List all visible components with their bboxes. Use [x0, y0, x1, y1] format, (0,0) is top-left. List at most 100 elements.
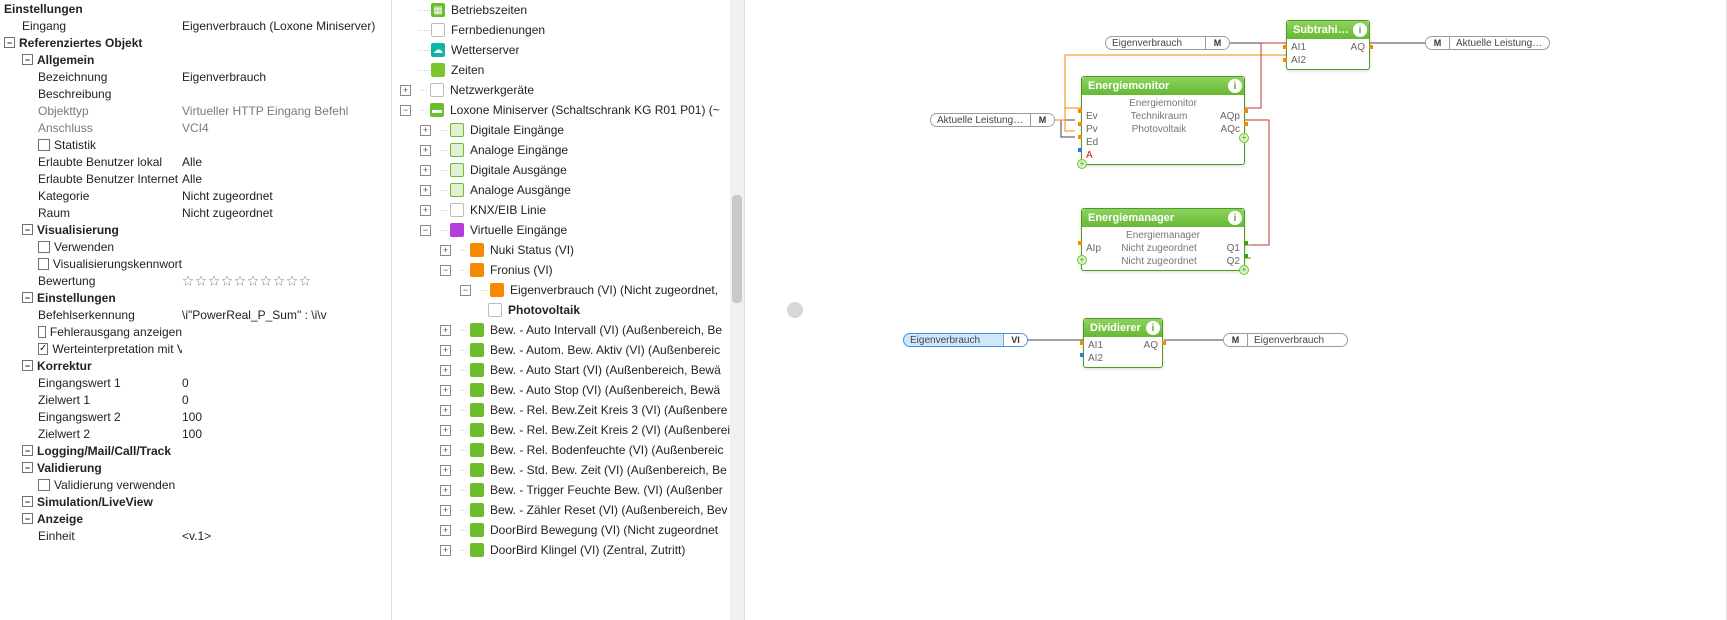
star-icon[interactable]: [234, 275, 246, 287]
collapse-icon[interactable]: [22, 360, 33, 371]
prop-fehlerausgang[interactable]: Fehlerausgang anzeigen: [0, 323, 391, 340]
tree-item[interactable]: ⋯Bew. - Rel. Bew.Zeit Kreis 3 (VI) (Auße…: [396, 400, 740, 420]
prop-raum[interactable]: RaumNicht zugeordnet: [0, 204, 391, 221]
expand-icon[interactable]: [440, 525, 451, 536]
section-ref-objekt[interactable]: Referenziertes Objekt: [0, 34, 391, 51]
tree-item[interactable]: ⋯Bew. - Rel. Bodenfeuchte (VI) (Außenber…: [396, 440, 740, 460]
star-icon[interactable]: [247, 275, 259, 287]
collapse-icon[interactable]: [22, 462, 33, 473]
tree-item[interactable]: ⋯KNX/EIB Linie: [396, 200, 740, 220]
collapse-icon[interactable]: [22, 292, 33, 303]
checkbox-unchecked-icon[interactable]: [38, 326, 46, 338]
prop-kategorie[interactable]: KategorieNicht zugeordnet: [0, 187, 391, 204]
star-icon[interactable]: [286, 275, 298, 287]
star-icon[interactable]: [208, 275, 220, 287]
tree-item[interactable]: ⋯Bew. - Auto Intervall (VI) (Außenbereic…: [396, 320, 740, 340]
prop-werteinterpretation[interactable]: Werteinterpretation mit Vor…: [0, 340, 391, 357]
prop-bezeichnung[interactable]: BezeichnungEigenverbrauch: [0, 68, 391, 85]
rating-stars[interactable]: [182, 275, 389, 287]
star-icon[interactable]: [195, 275, 207, 287]
tree-item[interactable]: ⋯⋯☁Wetterserver: [396, 40, 740, 60]
collapse-icon[interactable]: [22, 496, 33, 507]
prop-eingang[interactable]: EingangEigenverbrauch (Loxone Miniserver…: [0, 17, 391, 34]
tree-item[interactable]: ⋯Bew. - Auto Start (VI) (Außenbereich, B…: [396, 360, 740, 380]
tree-item[interactable]: ⋯Bew. - Std. Bew. Zeit (VI) (Außenbereic…: [396, 460, 740, 480]
memory-flag-eigenverbrauch[interactable]: EigenverbrauchM: [1105, 36, 1230, 50]
star-icon[interactable]: [260, 275, 272, 287]
tree-item[interactable]: ⋯Digitale Eingänge: [396, 120, 740, 140]
memory-flag-aktuelle-leistung-netz-out[interactable]: MAktuelle Leistung Netz: [1425, 36, 1550, 50]
expand-icon[interactable]: [400, 85, 411, 96]
expand-icon[interactable]: [440, 245, 451, 256]
section-visualisierung[interactable]: Visualisierung: [0, 221, 391, 238]
prop-befehlserkennung[interactable]: Befehlserkennung\i"PowerReal_P_Sum" : \i…: [0, 306, 391, 323]
tree-item[interactable]: ⋯Analoge Eingänge: [396, 140, 740, 160]
collapse-icon[interactable]: [4, 37, 15, 48]
memory-flag-aktuelle-leistung-netz[interactable]: Aktuelle Leistung NetzM: [930, 113, 1055, 127]
tree-item[interactable]: ⋯Virtuelle Eingänge: [396, 220, 740, 240]
info-icon[interactable]: i: [1228, 79, 1242, 93]
expand-icon[interactable]: [440, 385, 451, 396]
star-icon[interactable]: [273, 275, 285, 287]
collapse-icon[interactable]: [420, 225, 431, 236]
prop-benutzer-lokal[interactable]: Erlaubte Benutzer lokalAlle: [0, 153, 391, 170]
section-logging[interactable]: Logging/Mail/Call/Track: [0, 442, 391, 459]
expand-icon[interactable]: [440, 445, 451, 456]
collapse-icon[interactable]: [400, 105, 411, 116]
prop-eingangswert-2[interactable]: Eingangswert 2100: [0, 408, 391, 425]
section-anzeige[interactable]: Anzeige: [0, 510, 391, 527]
collapse-icon[interactable]: [22, 445, 33, 456]
info-icon[interactable]: i: [1353, 23, 1367, 37]
expand-icon[interactable]: [420, 165, 431, 176]
collapse-icon[interactable]: [22, 513, 33, 524]
prop-eingangswert-1[interactable]: Eingangswert 10: [0, 374, 391, 391]
expand-icon[interactable]: [440, 345, 451, 356]
add-port-icon[interactable]: +: [1077, 159, 1087, 169]
tree-item[interactable]: ⋯Eigenverbrauch (VI) (Nicht zugeordnet,: [396, 280, 740, 300]
block-energiemonitor[interactable]: Energiemonitori Energiemonitor EvTechnik…: [1081, 76, 1245, 165]
info-icon[interactable]: i: [1228, 211, 1242, 225]
section-validierung[interactable]: Validierung: [0, 459, 391, 476]
tree-item[interactable]: ⋯Netzwerkgeräte: [396, 80, 740, 100]
expand-icon[interactable]: [440, 545, 451, 556]
prop-benutzer-internet[interactable]: Erlaubte Benutzer InternetAlle: [0, 170, 391, 187]
prop-verwenden[interactable]: Verwenden: [0, 238, 391, 255]
block-energiemanager[interactable]: Energiemanageri Energiemanager AIpNicht …: [1081, 208, 1245, 271]
section-korrektur[interactable]: Korrektur: [0, 357, 391, 374]
expand-icon[interactable]: [420, 145, 431, 156]
prop-statistik[interactable]: Statistik: [0, 136, 391, 153]
expand-icon[interactable]: [440, 505, 451, 516]
expand-icon[interactable]: [440, 325, 451, 336]
expand-icon[interactable]: [420, 185, 431, 196]
section-einstellungen-2[interactable]: Einstellungen: [0, 289, 391, 306]
star-icon[interactable]: [221, 275, 233, 287]
tree-item[interactable]: ⋯Bew. - Zähler Reset (VI) (Außenbereich,…: [396, 500, 740, 520]
scrollbar[interactable]: [730, 0, 744, 620]
tree-item[interactable]: ⋯▬Loxone Miniserver (Schaltschrank KG R0…: [396, 100, 740, 120]
splitter-handle-icon[interactable]: [787, 302, 803, 318]
checkbox-unchecked-icon[interactable]: [38, 139, 50, 151]
info-icon[interactable]: i: [1146, 321, 1160, 335]
tree-item-selected[interactable]: Photovoltaik: [396, 300, 740, 320]
block-dividierer[interactable]: Dividiereri AI1AQ AI2: [1083, 318, 1163, 368]
tree-item[interactable]: ⋯Digitale Ausgänge: [396, 160, 740, 180]
tree-item[interactable]: ⋯Fronius (VI): [396, 260, 740, 280]
collapse-icon[interactable]: [460, 285, 471, 296]
tree-item[interactable]: ⋯Bew. - Auto Stop (VI) (Außenbereich, Be…: [396, 380, 740, 400]
expand-icon[interactable]: [440, 365, 451, 376]
memory-flag-eigenverbrauch-out[interactable]: MEigenverbrauch: [1223, 333, 1348, 347]
tree-item[interactable]: ⋯DoorBird Bewegung (VI) (Nicht zugeordne…: [396, 520, 740, 540]
tree-item[interactable]: ⋯Bew. - Rel. Bew.Zeit Kreis 2 (VI) (Auße…: [396, 420, 740, 440]
tree-item[interactable]: ⋯⋯▦Betriebszeiten: [396, 0, 740, 20]
expand-icon[interactable]: [440, 405, 451, 416]
section-simulation[interactable]: Simulation/LiveView: [0, 493, 391, 510]
collapse-icon[interactable]: [440, 265, 451, 276]
tree-item[interactable]: ⋯Nuki Status (VI): [396, 240, 740, 260]
prop-bewertung[interactable]: Bewertung: [0, 272, 391, 289]
prop-zielwert-1[interactable]: Zielwert 10: [0, 391, 391, 408]
expand-icon[interactable]: [420, 125, 431, 136]
checkbox-unchecked-icon[interactable]: [38, 258, 49, 270]
prop-einheit[interactable]: Einheit<v.1>: [0, 527, 391, 544]
checkbox-checked-icon[interactable]: [38, 343, 48, 355]
tree-panel[interactable]: ⋯⋯▦Betriebszeiten ⋯⋯Fernbedienungen ⋯⋯☁W…: [392, 0, 745, 620]
